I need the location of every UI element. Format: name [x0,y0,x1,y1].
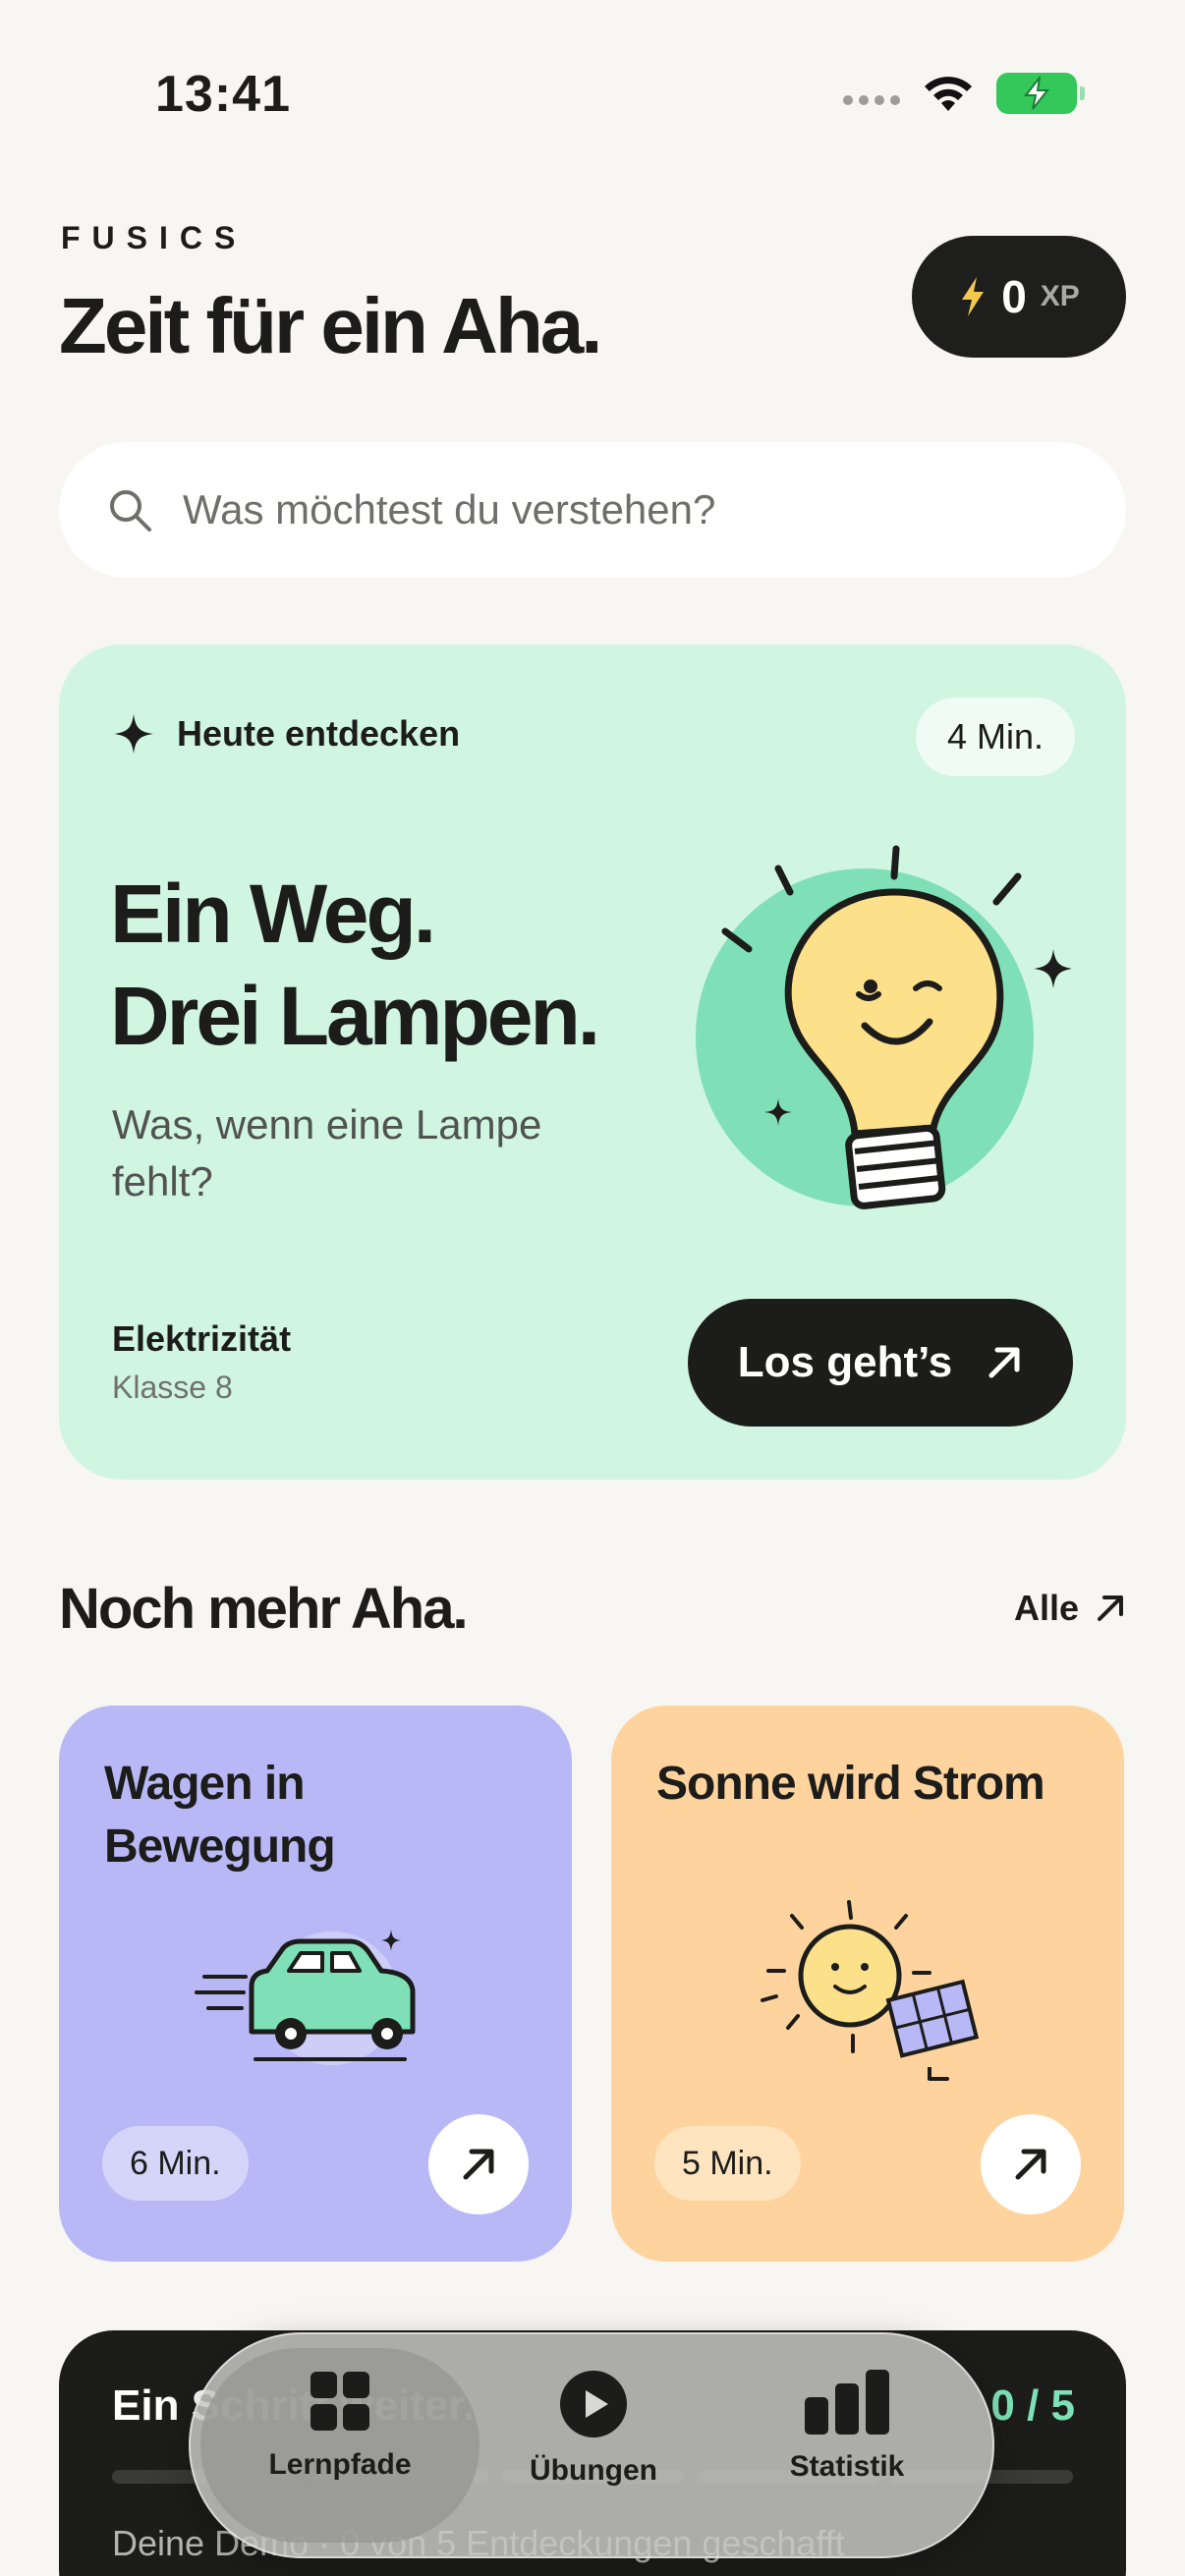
featured-tag: Heute entdecken [114,713,460,755]
lesson-card[interactable]: Sonne wird Strom 5 Min. [611,1706,1124,2262]
open-lesson-button[interactable] [981,2114,1081,2214]
page-title: Zeit für ein Aha. [59,282,603,369]
featured-title: Ein Weg. Drei Lampen. [110,863,600,1067]
tab-lernpfade[interactable]: Lernpfade [222,2370,458,2482]
wifi-icon [925,77,972,111]
lesson-grade: Klasse 8 [112,1370,233,1405]
arrow-up-right-icon [988,1347,1020,1378]
status-time: 13:41 [155,66,291,123]
cellular-signal-icon [843,95,900,105]
section-title: Noch mehr Aha. [59,1577,469,1641]
progress-count: 0 / 5 [990,2381,1075,2430]
xp-unit: XP [1040,280,1080,312]
arrow-up-right-icon [1098,1596,1123,1621]
featured-title-line-2: Drei Lampen. [110,970,600,1062]
bar-chart-icon [805,2370,889,2435]
search-input[interactable] [183,486,1067,533]
xp-badge[interactable]: 0 XP [912,236,1126,358]
tab-bar: Lernpfade Übungen Statistik [189,2332,994,2558]
tab-statistik[interactable]: Statistik [729,2370,965,2484]
lightbulb-illustration [696,845,1071,1209]
arrow-up-right-icon [1015,2149,1046,2180]
lesson-topic: Elektrizität [112,1318,292,1359]
brand-logo: FUSICS [61,220,248,255]
tab-uebungen[interactable]: Übungen [476,2370,711,2488]
sparkle-icon [114,714,153,754]
duration-badge: 5 Min. [654,2126,801,2201]
featured-lesson-card[interactable]: Heute entdecken 4 Min. Ein Weg. Drei Lam… [59,644,1126,1480]
lesson-title: Wagen in Bewegung [104,1758,336,1873]
see-all-label: Alle [1013,1588,1079,1628]
battery-icon [996,73,1085,114]
search-icon [110,490,151,532]
see-all-link[interactable]: Alle [1014,1588,1126,1629]
start-lesson-button[interactable]: Los geht’s [688,1299,1073,1427]
duration-badge: 4 Min. [915,698,1075,776]
xp-value: 0 [1001,271,1027,322]
tab-label: Lernpfade [268,2448,412,2481]
grid-icon [310,2372,369,2431]
featured-title-line-1: Ein Weg. [110,868,436,960]
featured-tag-label: Heute entdecken [177,713,461,754]
lesson-card[interactable]: Wagen in Bewegung 6 Min. [59,1706,572,2262]
lightning-icon [962,277,985,316]
duration-badge: 6 Min. [102,2126,249,2201]
play-icon [560,2371,627,2437]
lesson-title: Sonne wird Strom [656,1758,1045,1810]
arrow-up-right-icon [463,2149,494,2180]
tab-label: Statistik [789,2450,905,2483]
search-bar[interactable] [59,442,1126,578]
featured-subtitle: Was, wenn eine Lampe fehlt? [112,1101,542,1204]
open-lesson-button[interactable] [428,2114,529,2214]
start-lesson-label: Los geht’s [737,1338,953,1386]
tab-label: Übungen [530,2454,657,2487]
status-indicators [843,73,1085,114]
